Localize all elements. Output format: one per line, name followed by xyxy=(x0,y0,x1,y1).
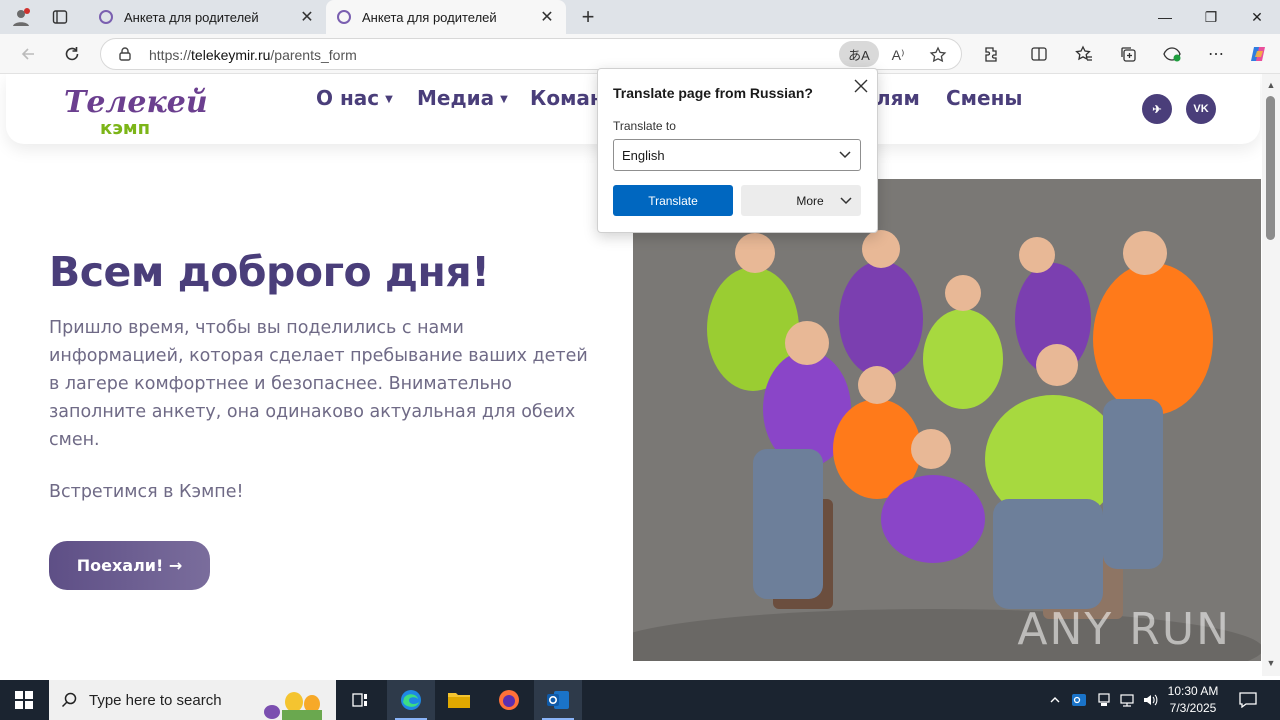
collections-icon[interactable] xyxy=(1116,42,1140,66)
device-tray-icon[interactable] xyxy=(1094,680,1114,720)
chevron-down-icon xyxy=(838,147,852,164)
tab-title: Анкета для родителей xyxy=(362,9,497,25)
tab-title: Анкета для родителей xyxy=(124,9,259,25)
browser-tab-active[interactable]: Анкета для родителей ✕ xyxy=(326,0,566,34)
outlook-icon[interactable] xyxy=(534,680,582,720)
edge-app-icon[interactable] xyxy=(387,680,435,720)
tab-close-icon[interactable]: ✕ xyxy=(298,8,316,26)
chevron-down-icon xyxy=(839,193,853,210)
outlook-tray-icon[interactable] xyxy=(1069,680,1089,720)
split-screen-icon[interactable] xyxy=(1027,42,1051,66)
hero-greeting: Встретимся в Кэмпе! xyxy=(49,482,244,502)
group-photo-illustration xyxy=(633,179,1261,661)
hero-description: Пришло время, чтобы вы поделились с нами… xyxy=(49,318,588,450)
tab-actions-icon[interactable] xyxy=(46,5,74,29)
new-tab-icon[interactable]: + xyxy=(576,4,600,29)
hero-photo: ANY RUN xyxy=(633,179,1261,661)
minimize-button[interactable]: — xyxy=(1142,0,1188,34)
network-icon[interactable] xyxy=(1117,680,1137,720)
tab-close-icon[interactable]: ✕ xyxy=(538,8,556,26)
windows-start-icon[interactable] xyxy=(0,680,48,720)
translate-to-label: Translate to xyxy=(613,119,676,133)
vk-icon[interactable]: VK xyxy=(1186,94,1216,124)
nav-item-parents[interactable]: лям xyxy=(876,86,920,110)
clock-time: 10:30 AM xyxy=(1167,684,1219,698)
translate-button[interactable]: Translate xyxy=(613,185,733,216)
browser-essentials-icon[interactable] xyxy=(1160,42,1184,66)
browser-tab-bar: Анкета для родителей ✕ Анкета для родите… xyxy=(0,0,1280,34)
svg-text:кэмп: кэмп xyxy=(100,118,150,139)
back-icon[interactable] xyxy=(14,40,42,68)
nav-item-shifts[interactable]: Смены xyxy=(946,86,1023,110)
svg-text:Телекей: Телекей xyxy=(64,85,208,120)
task-view-icon[interactable] xyxy=(336,680,384,720)
language-select[interactable]: English xyxy=(613,139,861,171)
site-logo[interactable]: Телекей кэмп xyxy=(60,78,210,140)
taskbar-search-box[interactable]: Type here to search xyxy=(49,680,336,720)
browser-tab[interactable]: Анкета для родителей ✕ xyxy=(88,0,326,34)
watermark-text: ANY RUN xyxy=(1017,604,1231,655)
notifications-icon[interactable] xyxy=(1232,680,1264,720)
clock-date: 7/3/2025 xyxy=(1169,701,1217,715)
scroll-up-icon[interactable]: ▲ xyxy=(1266,80,1276,90)
tray-chevron-up-icon[interactable] xyxy=(1046,680,1064,720)
refresh-icon[interactable] xyxy=(58,40,86,68)
scroll-down-icon[interactable]: ▼ xyxy=(1266,658,1276,668)
search-highlight-decoration xyxy=(264,692,322,720)
hero-title: Всем доброго дня! xyxy=(49,248,490,296)
selected-language: English xyxy=(622,147,665,163)
nav-item-about[interactable]: О нас ▼ xyxy=(316,86,393,110)
url-text: https://telekeymir.ru/parents_form xyxy=(149,47,357,63)
search-icon xyxy=(49,692,89,708)
more-menu-icon[interactable]: ⋯ xyxy=(1204,42,1228,66)
extensions-icon[interactable] xyxy=(979,42,1003,66)
scroll-thumb[interactable] xyxy=(1266,96,1275,240)
more-button-label: More xyxy=(796,193,824,208)
close-window-button[interactable]: ✕ xyxy=(1234,0,1280,34)
lock-icon[interactable] xyxy=(117,46,133,62)
favorite-star-icon[interactable] xyxy=(927,44,949,66)
restore-button[interactable]: ❐ xyxy=(1188,0,1234,34)
favorites-icon[interactable] xyxy=(1072,42,1096,66)
more-button[interactable]: More xyxy=(741,185,861,216)
translate-popup: Translate page from Russian? Translate t… xyxy=(597,68,878,233)
telegram-icon[interactable]: ✈ xyxy=(1142,94,1172,124)
address-bar[interactable]: https://telekeymir.ru/parents_form あA A⁾ xyxy=(100,38,962,70)
search-placeholder: Type here to search xyxy=(89,691,222,709)
vertical-scrollbar[interactable]: ▲ ▼ xyxy=(1262,74,1280,676)
nav-item-team[interactable]: Коман xyxy=(530,86,604,110)
firefox-icon[interactable] xyxy=(485,680,533,720)
volume-icon[interactable] xyxy=(1140,680,1160,720)
close-icon[interactable] xyxy=(852,77,870,95)
caret-down-icon: ▼ xyxy=(385,94,393,105)
site-favicon-icon xyxy=(336,9,352,25)
nav-item-media[interactable]: Медиа ▼ xyxy=(417,86,508,110)
profile-icon[interactable] xyxy=(8,5,34,29)
go-button[interactable]: Поехали! → xyxy=(49,541,210,590)
taskbar-clock[interactable]: 10:30 AM 7/3/2025 xyxy=(1162,683,1224,717)
caret-down-icon: ▼ xyxy=(500,94,508,105)
file-explorer-icon[interactable] xyxy=(435,680,483,720)
read-aloud-icon[interactable]: A⁾ xyxy=(887,44,909,66)
translate-icon[interactable]: あA xyxy=(839,41,879,67)
windows-taskbar: Type here to search 10:30 AM 7/3/2025 xyxy=(0,680,1280,720)
copilot-icon[interactable] xyxy=(1246,42,1270,66)
popup-title: Translate page from Russian? xyxy=(613,85,813,101)
site-favicon-icon xyxy=(98,9,114,25)
